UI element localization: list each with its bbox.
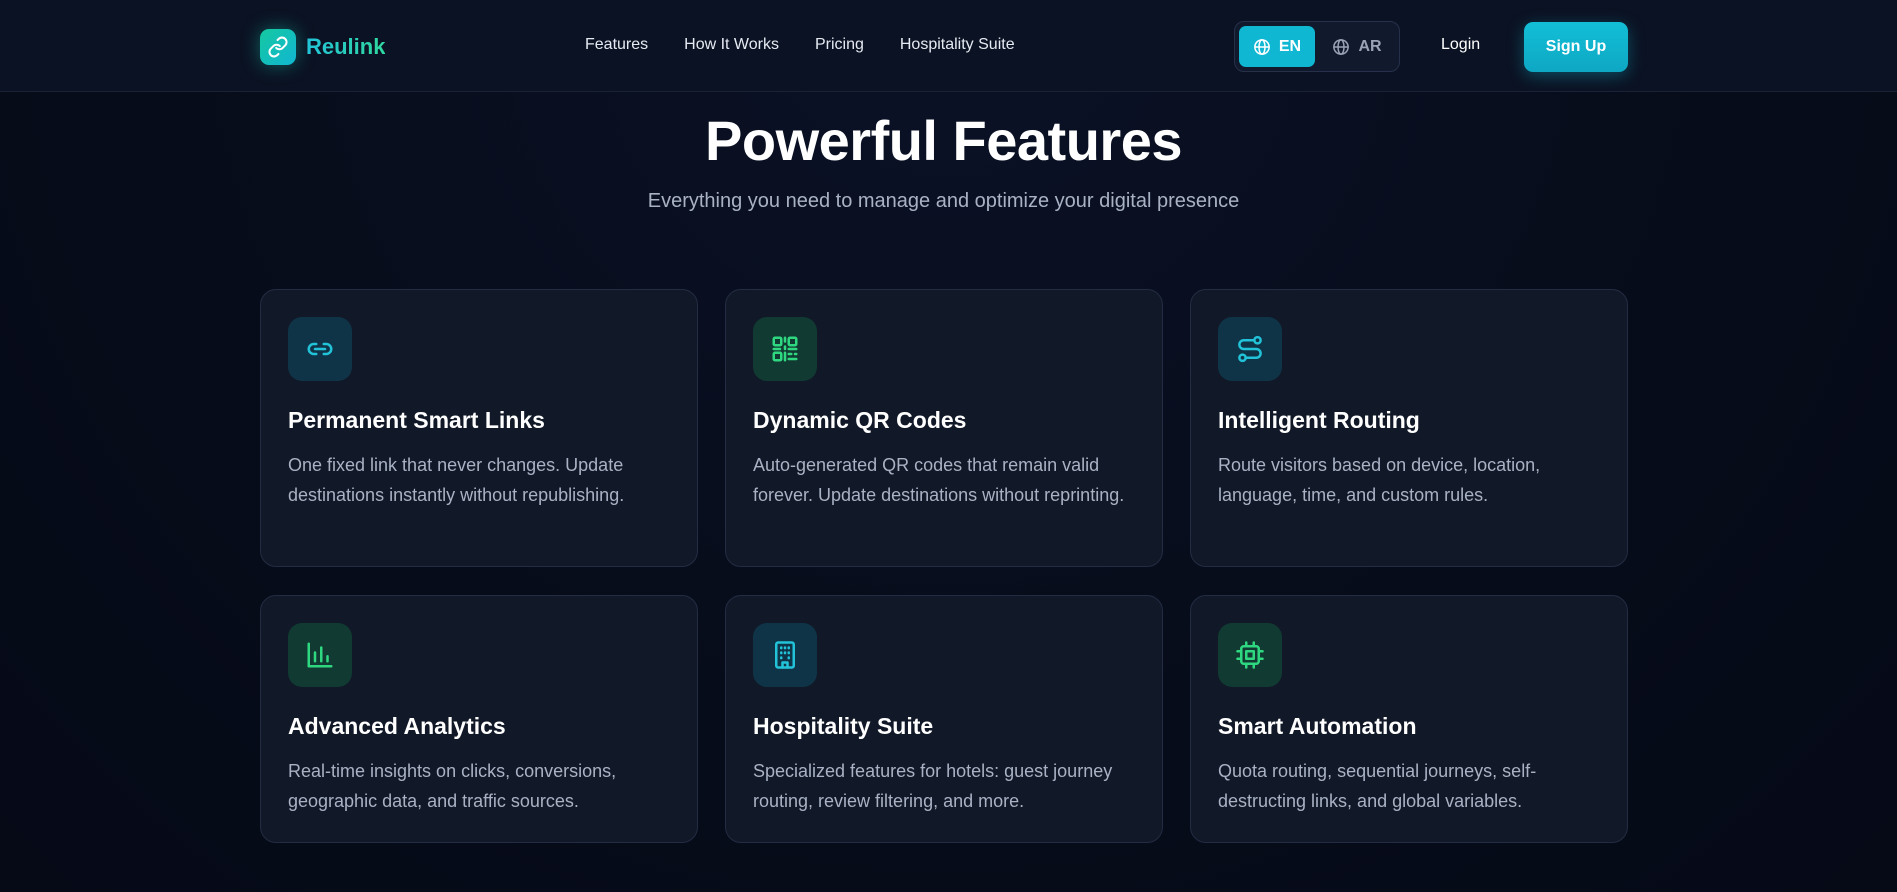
feature-title: Smart Automation: [1218, 713, 1417, 739]
brand-logo[interactable]: Reulink: [260, 29, 385, 65]
link-icon: [288, 317, 352, 381]
building-icon: [753, 623, 817, 687]
feature-card-qr-codes: Dynamic QR Codes Auto-generated QR codes…: [725, 289, 1163, 567]
feature-title: Hospitality Suite: [753, 713, 934, 739]
language-label: EN: [1278, 37, 1302, 55]
route-icon: [1218, 317, 1282, 381]
feature-title: Permanent Smart Links: [288, 407, 545, 433]
feature-description: Quota routing, sequential journeys, self…: [1218, 761, 1537, 811]
feature-description: Auto-generated QR codes that remain vali…: [753, 455, 1125, 505]
language-switcher: EN AR: [1234, 21, 1400, 72]
globe-icon: [1333, 38, 1350, 55]
login-button[interactable]: Login: [1441, 36, 1480, 54]
signup-button[interactable]: Sign Up: [1524, 22, 1628, 72]
nav-item-pricing[interactable]: Pricing: [815, 36, 864, 54]
link-icon: [260, 29, 296, 65]
nav-item-how-it-works[interactable]: How It Works: [684, 36, 779, 54]
chip-icon: [1218, 623, 1282, 687]
feature-card-hospitality: Hospitality Suite Specialized features f…: [725, 595, 1163, 843]
language-option-en[interactable]: EN: [1239, 26, 1315, 67]
feature-card-automation: Smart Automation Quota routing, sequenti…: [1190, 595, 1628, 843]
qr-code-icon: [753, 317, 817, 381]
nav-item-features[interactable]: Features: [585, 36, 648, 54]
feature-description: Route visitors based on device, location…: [1218, 455, 1541, 505]
feature-title: Dynamic QR Codes: [753, 407, 967, 433]
feature-description: Specialized features for hotels: guest j…: [753, 761, 1113, 811]
section-subtitle: Everything you need to manage and optimi…: [647, 190, 1240, 212]
bar-chart-icon: [288, 623, 352, 687]
main-nav: Features How It Works Pricing Hospitalit…: [585, 36, 1015, 54]
language-option-ar[interactable]: AR: [1319, 26, 1395, 67]
globe-icon: [1254, 38, 1270, 55]
feature-card-smart-links: Permanent Smart Links One fixed link tha…: [260, 289, 698, 567]
language-label: AR: [1358, 37, 1382, 55]
nav-item-hospitality-suite[interactable]: Hospitality Suite: [900, 36, 1015, 54]
feature-card-analytics: Advanced Analytics Real-time insights on…: [260, 595, 698, 843]
feature-card-routing: Intelligent Routing Route visitors based…: [1190, 289, 1628, 567]
feature-title: Advanced Analytics: [288, 713, 506, 739]
top-navbar: Reulink Features How It Works Pricing Ho…: [0, 0, 1897, 92]
feature-description: One fixed link that never changes. Updat…: [288, 455, 625, 505]
feature-title: Intelligent Routing: [1218, 407, 1420, 433]
brand-name: Reulink: [306, 34, 386, 59]
feature-description: Real-time insights on clicks, conversion…: [288, 761, 617, 811]
landing-page: Reulink Features How It Works Pricing Ho…: [0, 0, 1897, 892]
section-title: Powerful Features: [705, 109, 1182, 172]
